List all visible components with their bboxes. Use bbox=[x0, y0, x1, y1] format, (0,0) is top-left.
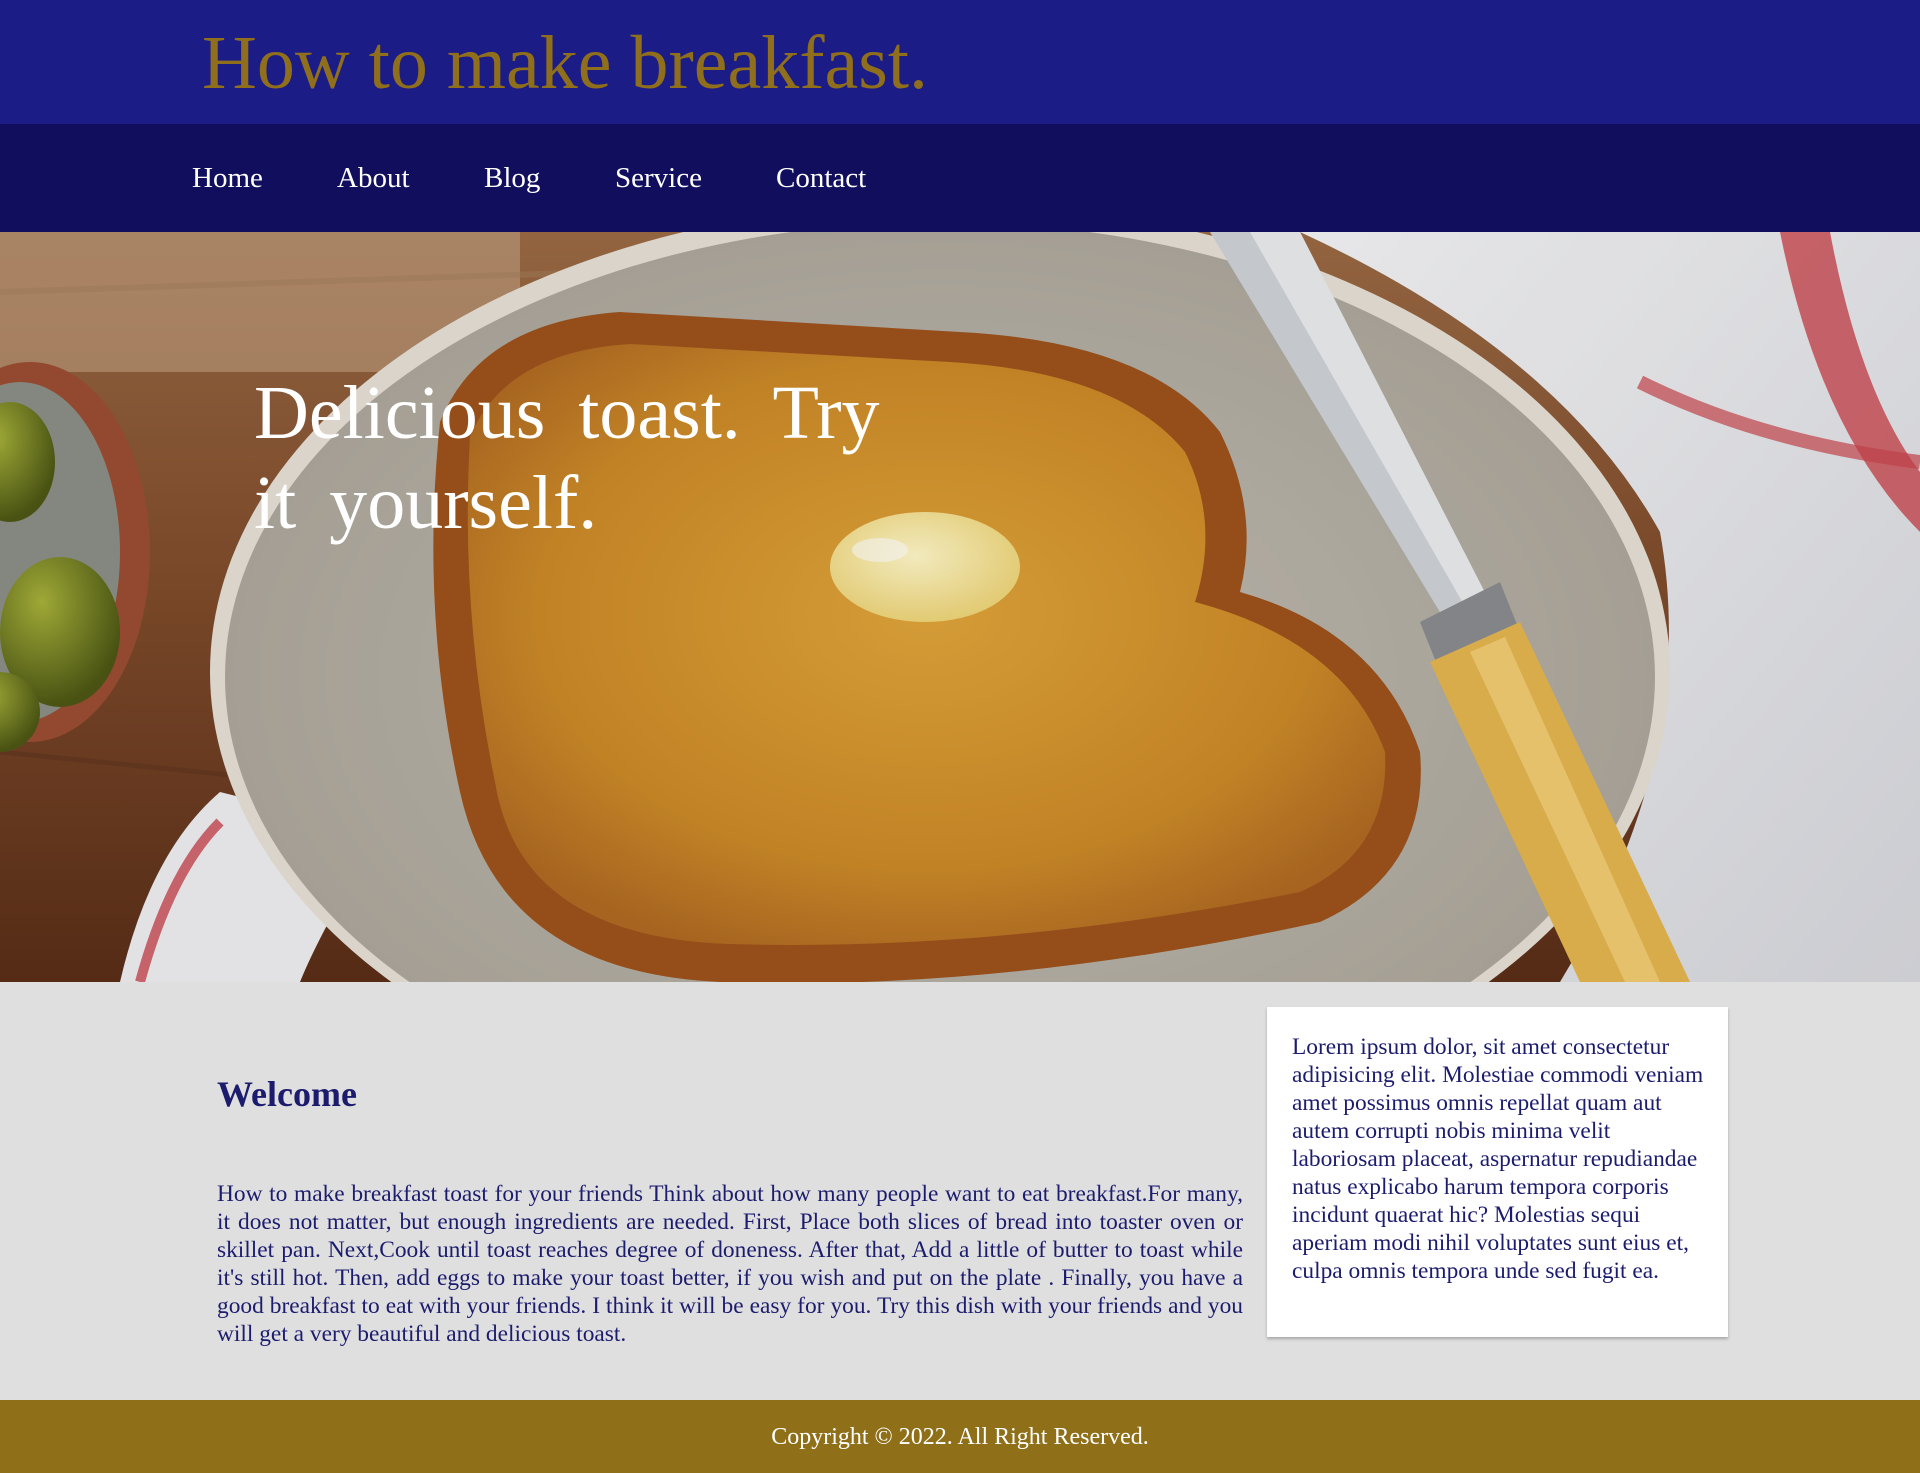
nav-item-service[interactable]: Service bbox=[615, 160, 702, 196]
nav-item-about[interactable]: About bbox=[337, 160, 410, 196]
nav-item-home[interactable]: Home bbox=[192, 160, 263, 196]
welcome-heading: Welcome bbox=[217, 1074, 357, 1114]
site-header: How to make breakfast. bbox=[0, 0, 1920, 124]
site-footer: Copyright © 2022. All Right Reserved. bbox=[0, 1400, 1920, 1473]
intro-paragraph: How to make breakfast toast for your fri… bbox=[217, 1181, 1243, 1347]
copyright-text: Copyright © 2022. All Right Reserved. bbox=[771, 1424, 1149, 1450]
hero-banner: Delicious toast. Try it yourself. bbox=[0, 232, 1920, 982]
main-nav: Home About Blog Service Contact bbox=[0, 124, 1920, 232]
hero-image bbox=[0, 232, 1920, 982]
sidebar-card: Lorem ipsum dolor, sit amet consectetur … bbox=[1267, 1007, 1728, 1337]
nav-item-contact[interactable]: Contact bbox=[776, 160, 866, 196]
site-title: How to make breakfast. bbox=[202, 21, 928, 105]
sidebar-text: Lorem ipsum dolor, sit amet consectetur … bbox=[1292, 1034, 1704, 1284]
nav-item-blog[interactable]: Blog bbox=[484, 160, 540, 196]
hero-heading: Delicious toast. Try it yourself. bbox=[254, 371, 880, 545]
